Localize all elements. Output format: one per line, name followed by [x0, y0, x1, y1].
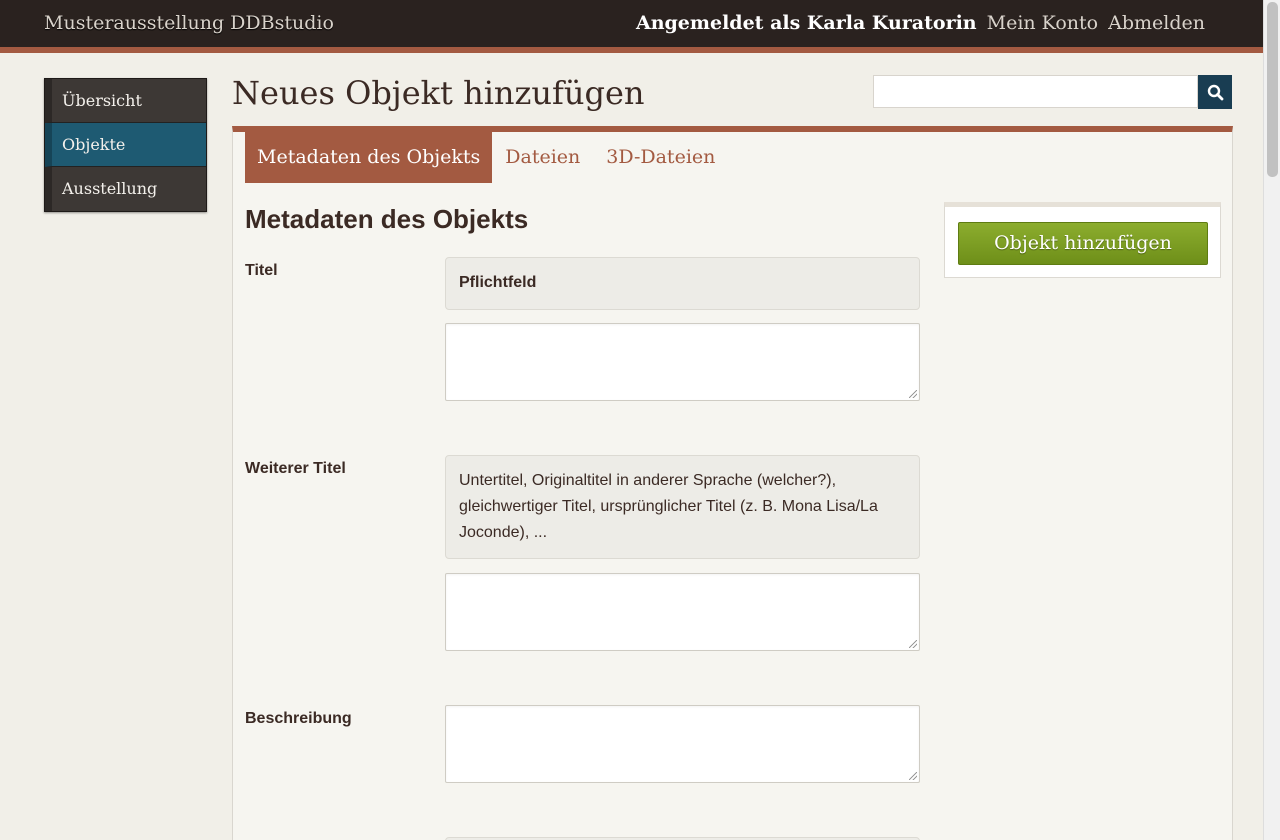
- main-panel: Metadaten des Objekts Dateien 3D-Dateien…: [232, 126, 1233, 840]
- sidebar: Übersicht Objekte Ausstellung: [44, 78, 207, 212]
- tab-3d-dateien[interactable]: 3D-Dateien: [593, 132, 728, 183]
- tab-dateien[interactable]: Dateien: [492, 132, 593, 183]
- tab-bar: Metadaten des Objekts Dateien 3D-Dateien: [245, 132, 728, 183]
- user-nav: Angemeldet als Karla Kuratorin Mein Kont…: [636, 12, 1205, 34]
- field-label-titel: Titel: [245, 262, 278, 279]
- resize-grip-icon[interactable]: [909, 640, 917, 648]
- sidebar-item-objekte[interactable]: Objekte: [45, 123, 206, 167]
- sidebar-item-ausstellung[interactable]: Ausstellung: [45, 167, 206, 211]
- search-bar: [873, 75, 1232, 109]
- add-object-button[interactable]: Objekt hinzufügen: [958, 222, 1208, 265]
- titel-textarea[interactable]: [445, 323, 920, 401]
- logged-in-user: Angemeldet als Karla Kuratorin: [635, 12, 977, 34]
- section-title: Metadaten des Objekts: [245, 204, 529, 234]
- page-title: Neues Objekt hinzufügen: [232, 74, 645, 112]
- resize-grip-icon[interactable]: [909, 772, 917, 780]
- scrollbar-thumb[interactable]: [1267, 2, 1278, 177]
- field-hint-titel: Pflichtfeld: [445, 257, 920, 310]
- field-hint-weiterer-titel: Untertitel, Originaltitel in anderer Spr…: [445, 455, 920, 559]
- beschreibung-textarea[interactable]: [445, 705, 920, 783]
- action-box: Objekt hinzufügen: [944, 202, 1221, 278]
- search-button[interactable]: [1198, 75, 1232, 109]
- tab-metadaten[interactable]: Metadaten des Objekts: [245, 132, 493, 183]
- field-label-weiterer-titel: Weiterer Titel: [245, 460, 346, 477]
- site-title[interactable]: Musterausstellung DDBstudio: [44, 12, 334, 34]
- scrollbar[interactable]: [1263, 0, 1280, 840]
- top-bar: Musterausstellung DDBstudio Angemeldet a…: [0, 0, 1263, 53]
- weiterer-titel-textarea[interactable]: [445, 573, 920, 651]
- resize-grip-icon[interactable]: [909, 390, 917, 398]
- search-icon: [1207, 84, 1223, 100]
- field-label-beschreibung: Beschreibung: [245, 710, 352, 727]
- logout-link[interactable]: Abmelden: [1108, 12, 1205, 34]
- search-input[interactable]: [873, 75, 1198, 108]
- sidebar-item-uebersicht[interactable]: Übersicht: [45, 79, 206, 123]
- account-link[interactable]: Mein Konto: [987, 12, 1099, 34]
